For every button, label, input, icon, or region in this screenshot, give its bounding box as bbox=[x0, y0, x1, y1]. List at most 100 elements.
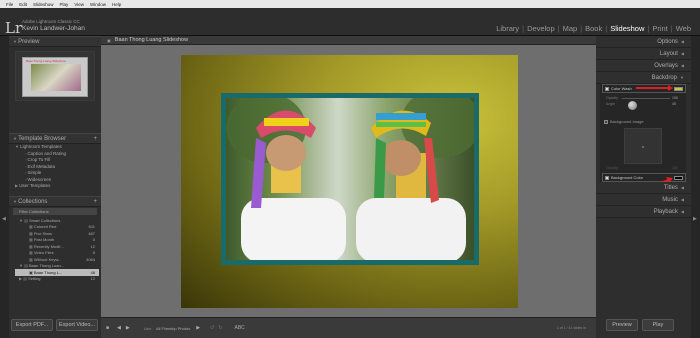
module-picker: Library | Develop | Map | Book | Slideshow | … bbox=[493, 24, 694, 33]
playback-section[interactable]: Playback ◀ bbox=[596, 206, 691, 218]
bg-opacity-label: Opacity bbox=[606, 166, 618, 170]
preview-header[interactable]: ▼ Preview bbox=[9, 36, 101, 47]
menu-help[interactable]: Help bbox=[112, 2, 121, 7]
overlays-section[interactable]: Overlays ◀ bbox=[596, 60, 691, 72]
module-print[interactable]: Print bbox=[652, 24, 667, 33]
identity-plate: Lr Adobe Lightroom Classic CC Kevin Land… bbox=[0, 8, 700, 37]
previous-slide-icon[interactable]: ◀ bbox=[117, 325, 121, 331]
right-panel: Options ◀ Layout ◀ Overlays ◀ Backdrop ▼ Col… bbox=[596, 36, 691, 338]
slide-backdrop[interactable] bbox=[181, 55, 518, 308]
slide-photo[interactable] bbox=[226, 98, 474, 260]
menu-view[interactable]: View bbox=[74, 2, 84, 7]
collapse-icon: ◀ bbox=[680, 39, 684, 44]
module-map[interactable]: Map bbox=[563, 24, 578, 33]
add-text-button[interactable]: ABC bbox=[234, 325, 244, 331]
collapse-icon: ◀ bbox=[680, 209, 684, 214]
background-image-checkbox[interactable] bbox=[604, 119, 608, 124]
slideshow-icon: ▣ bbox=[107, 37, 111, 43]
module-separator: | bbox=[522, 24, 525, 33]
opacity-value: 100 bbox=[672, 96, 678, 100]
next-slide-icon[interactable]: ▶ bbox=[126, 325, 130, 331]
bottom-sections: Titles ◀ Music ◀ Playback ◀ bbox=[596, 182, 691, 218]
export-video-button[interactable]: Export Video... bbox=[56, 319, 98, 331]
color-wash-label: Color Wash bbox=[611, 86, 632, 91]
add-template-icon[interactable]: + bbox=[93, 136, 97, 142]
bg-opacity-value: 100 bbox=[672, 166, 678, 170]
rotate-cw-icon[interactable]: ↻ bbox=[218, 325, 222, 331]
module-separator: | bbox=[647, 24, 650, 33]
left-panel-toggle[interactable]: ◀ bbox=[0, 36, 9, 338]
menu-bar: File Edit Slideshow Play View Window Hel… bbox=[0, 0, 700, 8]
preview-button[interactable]: Preview bbox=[606, 319, 638, 331]
preview-slide-title: Baan Thong Luang Slideshow bbox=[26, 59, 66, 63]
collection-item[interactable]: ▶ ▤ Setting 12 bbox=[15, 276, 99, 283]
right-panel-toggle[interactable]: ▶ bbox=[691, 36, 700, 338]
background-image-well[interactable] bbox=[624, 128, 662, 164]
user-name: Kevin Landwer-Johan bbox=[22, 25, 85, 32]
music-section[interactable]: Music ◀ bbox=[596, 194, 691, 206]
collapse-icon: ◀ bbox=[680, 185, 684, 190]
template-folder[interactable]: ▶ User Templates bbox=[15, 183, 99, 190]
module-separator: | bbox=[670, 24, 673, 33]
angle-dial[interactable] bbox=[628, 101, 637, 110]
collapse-icon: ◀ bbox=[680, 51, 684, 56]
background-image-row: Background Image bbox=[604, 119, 644, 124]
slide-count: 1 of 1 / 41 slides in bbox=[556, 326, 586, 330]
annotation-arrow-icon bbox=[636, 85, 673, 91]
lightroom-logo: Lr bbox=[5, 19, 23, 37]
opacity-label: Opacity bbox=[606, 96, 618, 100]
background-color-swatch[interactable] bbox=[674, 176, 683, 180]
add-collection-icon[interactable]: + bbox=[93, 199, 97, 205]
layout-section[interactable]: Layout ◀ bbox=[596, 48, 691, 60]
template-list: ▼ Lightroom Templates ▫ Caption and Rati… bbox=[15, 144, 99, 190]
opacity-slider[interactable] bbox=[622, 98, 670, 99]
module-separator: | bbox=[557, 24, 560, 33]
rotate-ccw-icon[interactable]: ↺ bbox=[210, 325, 214, 331]
module-slideshow[interactable]: Slideshow bbox=[610, 24, 644, 33]
filter-collections-input[interactable]: Filter Collections bbox=[13, 208, 97, 215]
color-wash-swatch[interactable] bbox=[674, 87, 683, 91]
slideshow-toolbar: ■ ◀ ▶ Use: All Filmstrip Photos ▶ ↺ ↻ AB… bbox=[101, 317, 596, 338]
module-web[interactable]: Web bbox=[676, 24, 691, 33]
module-develop[interactable]: Develop bbox=[527, 24, 555, 33]
photo-illustration bbox=[226, 98, 474, 260]
play-preview-icon[interactable]: ▶ bbox=[196, 325, 200, 331]
backdrop-section[interactable]: Backdrop ▼ bbox=[596, 72, 691, 84]
background-image-label: Background Image bbox=[610, 119, 644, 124]
collections-header[interactable]: ▼ Collections + bbox=[9, 196, 101, 207]
stop-icon[interactable]: ■ bbox=[106, 325, 109, 331]
slideshow-title: Baan Thong Luang Slideshow bbox=[114, 37, 189, 43]
template-browser-header[interactable]: ▼ Template Browser + bbox=[9, 133, 101, 144]
expand-icon: ▼ bbox=[680, 75, 684, 80]
module-book[interactable]: Book bbox=[585, 24, 602, 33]
slideshow-title-bar: ▣ Baan Thong Luang Slideshow bbox=[101, 36, 596, 45]
menu-window[interactable]: Window bbox=[90, 2, 106, 7]
photo-stroke-border bbox=[221, 93, 479, 265]
background-color-checkbox[interactable] bbox=[605, 175, 609, 180]
slide-editor-view bbox=[101, 45, 596, 317]
image-well-dot bbox=[642, 146, 644, 148]
export-pdf-button[interactable]: Export PDF... bbox=[11, 319, 53, 331]
menu-play[interactable]: Play bbox=[60, 2, 69, 7]
collapse-icon: ◀ bbox=[680, 197, 684, 202]
collections-title: Collections bbox=[18, 198, 48, 205]
menu-slideshow[interactable]: Slideshow bbox=[33, 2, 54, 7]
collections-list: ▼ ▤ Smart Collections ▦ Colored Red 611 ▦… bbox=[15, 217, 99, 282]
expand-icon: ▼ ▤ bbox=[19, 263, 29, 269]
product-name: Adobe Lightroom Classic CC bbox=[22, 19, 80, 24]
options-section[interactable]: Options ◀ bbox=[596, 36, 691, 48]
expand-icon: ▶ ▤ bbox=[19, 276, 29, 282]
use-dropdown[interactable]: All Filmstrip Photos bbox=[156, 326, 190, 331]
template-browser-title: Template Browser bbox=[18, 135, 67, 142]
module-library[interactable]: Library bbox=[496, 24, 519, 33]
menu-file[interactable]: File bbox=[6, 2, 13, 7]
titles-section[interactable]: Titles ◀ bbox=[596, 182, 691, 194]
preview-photo bbox=[31, 64, 81, 91]
left-panel: ▼ Preview Baan Thong Luang Slideshow ▼ T… bbox=[9, 36, 101, 338]
color-wash-checkbox[interactable] bbox=[605, 86, 609, 91]
lightroom-window: File Edit Slideshow Play View Window Hel… bbox=[0, 0, 700, 338]
right-arrow-icon: ▶ bbox=[693, 216, 697, 222]
menu-edit[interactable]: Edit bbox=[19, 2, 27, 7]
collapse-icon: ◀ bbox=[680, 63, 684, 68]
play-button[interactable]: Play bbox=[642, 319, 674, 331]
